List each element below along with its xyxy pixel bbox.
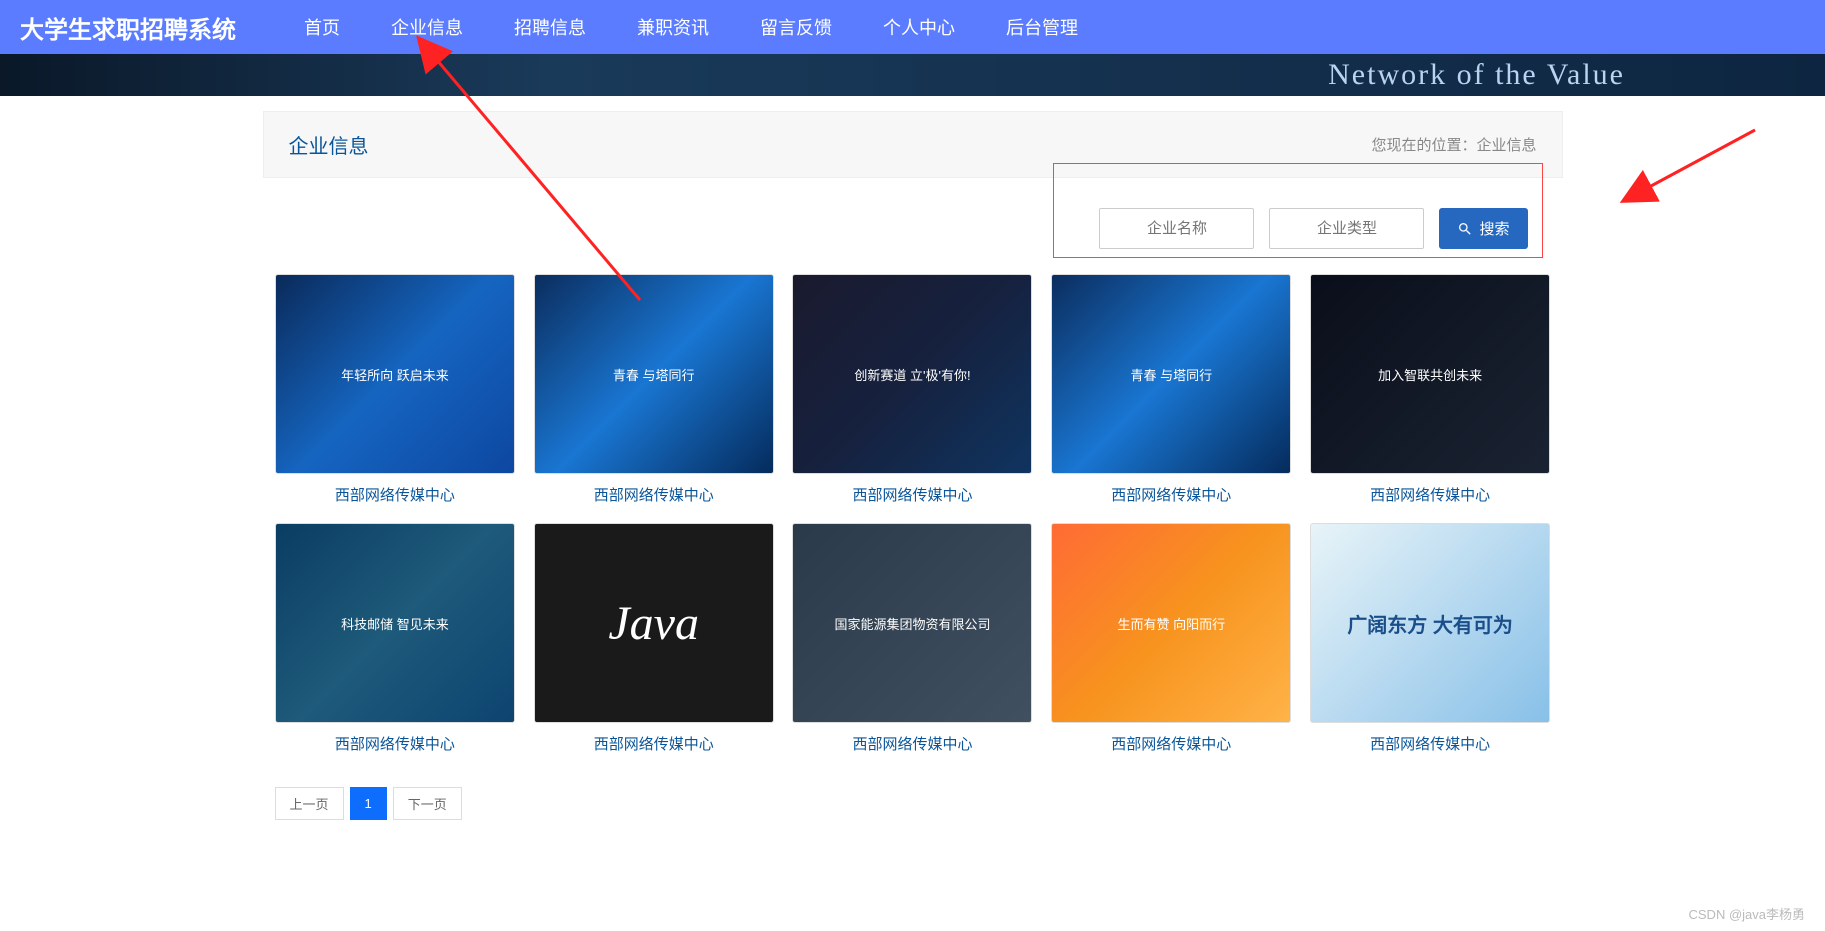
card-title-link[interactable]: 西部网络传媒中心 <box>594 484 714 505</box>
top-navbar: 大学生求职招聘系统 首页 企业信息 招聘信息 兼职资讯 留言反馈 个人中心 后台… <box>0 0 1825 54</box>
card-title-link[interactable]: 西部网络传媒中心 <box>335 733 455 754</box>
company-card: 生而有赞 向阳而行 西部网络传媒中心 <box>1051 523 1292 772</box>
card-grid-row1: 年轻所向 跃启未来 西部网络传媒中心 青春 与塔同行 西部网络传媒中心 创新赛道… <box>263 274 1563 523</box>
section-header: 企业信息 您现在的位置：企业信息 <box>263 111 1563 178</box>
nav-personal[interactable]: 个人中心 <box>875 9 963 45</box>
card-title-link[interactable]: 西部网络传媒中心 <box>852 484 972 505</box>
card-image[interactable]: 年轻所向 跃启未来 <box>275 274 515 474</box>
nav-links: 首页 企业信息 招聘信息 兼职资讯 留言反馈 个人中心 后台管理 <box>296 9 1086 45</box>
card-image[interactable]: 青春 与塔同行 <box>1051 274 1291 474</box>
company-card: 科技邮储 智见未来 西部网络传媒中心 <box>275 523 516 772</box>
card-title-link[interactable]: 西部网络传媒中心 <box>335 484 455 505</box>
company-card: 青春 与塔同行 西部网络传媒中心 <box>1051 274 1292 523</box>
card-image[interactable]: Java <box>534 523 774 723</box>
card-image[interactable]: 青春 与塔同行 <box>534 274 774 474</box>
nav-home[interactable]: 首页 <box>296 9 348 45</box>
card-title-link[interactable]: 西部网络传媒中心 <box>1111 733 1231 754</box>
breadcrumb-prefix: 您现在的位置： <box>1371 137 1476 154</box>
nav-recruit-info[interactable]: 招聘信息 <box>506 9 594 45</box>
company-card: 广阔东方 大有可为 西部网络传媒中心 <box>1310 523 1551 772</box>
hero-text: Network of the Value <box>1328 58 1625 92</box>
search-area: 搜索 <box>263 208 1563 249</box>
breadcrumb: 您现在的位置：企业信息 <box>1371 134 1536 155</box>
card-image[interactable]: 国家能源集团物资有限公司 <box>792 523 1032 723</box>
page-prev-button[interactable]: 上一页 <box>275 787 344 820</box>
page-next-button[interactable]: 下一页 <box>393 787 462 820</box>
watermark: CSDN @java李杨勇 <box>1689 904 1806 923</box>
card-image[interactable]: 生而有赞 向阳而行 <box>1051 523 1291 723</box>
card-title-link[interactable]: 西部网络传媒中心 <box>594 733 714 754</box>
page-1-button[interactable]: 1 <box>350 787 387 820</box>
company-card: 国家能源集团物资有限公司 西部网络传媒中心 <box>792 523 1033 772</box>
nav-parttime[interactable]: 兼职资讯 <box>629 9 717 45</box>
brand-title: 大学生求职招聘系统 <box>20 10 236 45</box>
card-image[interactable]: 广阔东方 大有可为 <box>1310 523 1550 723</box>
card-image[interactable]: 科技邮储 智见未来 <box>275 523 515 723</box>
hero-banner: Network of the Value <box>0 54 1825 96</box>
card-title-link[interactable]: 西部网络传媒中心 <box>1111 484 1231 505</box>
section-title: 企业信息 <box>289 130 369 159</box>
search-icon <box>1457 221 1473 237</box>
card-image[interactable]: 创新赛道 立'极'有你! <box>792 274 1032 474</box>
company-card: 加入智联共创未来 西部网络传媒中心 <box>1310 274 1551 523</box>
nav-admin[interactable]: 后台管理 <box>998 9 1086 45</box>
annotation-arrow-2 <box>1605 120 1765 240</box>
nav-company-info[interactable]: 企业信息 <box>383 9 471 45</box>
card-title-link[interactable]: 西部网络传媒中心 <box>1370 484 1490 505</box>
company-card: Java 西部网络传媒中心 <box>533 523 774 772</box>
card-image[interactable]: 加入智联共创未来 <box>1310 274 1550 474</box>
search-button[interactable]: 搜索 <box>1439 208 1527 249</box>
breadcrumb-current: 企业信息 <box>1476 137 1536 154</box>
company-type-input[interactable] <box>1269 208 1424 249</box>
card-title-link[interactable]: 西部网络传媒中心 <box>1370 733 1490 754</box>
pagination: 上一页 1 下一页 <box>275 787 1551 820</box>
company-name-input[interactable] <box>1099 208 1254 249</box>
card-title-link[interactable]: 西部网络传媒中心 <box>852 733 972 754</box>
company-card: 年轻所向 跃启未来 西部网络传媒中心 <box>275 274 516 523</box>
search-button-label: 搜索 <box>1479 218 1509 239</box>
card-grid-row2: 科技邮储 智见未来 西部网络传媒中心 Java 西部网络传媒中心 国家能源集团物… <box>263 523 1563 772</box>
company-card: 青春 与塔同行 西部网络传媒中心 <box>533 274 774 523</box>
company-card: 创新赛道 立'极'有你! 西部网络传媒中心 <box>792 274 1033 523</box>
nav-feedback[interactable]: 留言反馈 <box>752 9 840 45</box>
